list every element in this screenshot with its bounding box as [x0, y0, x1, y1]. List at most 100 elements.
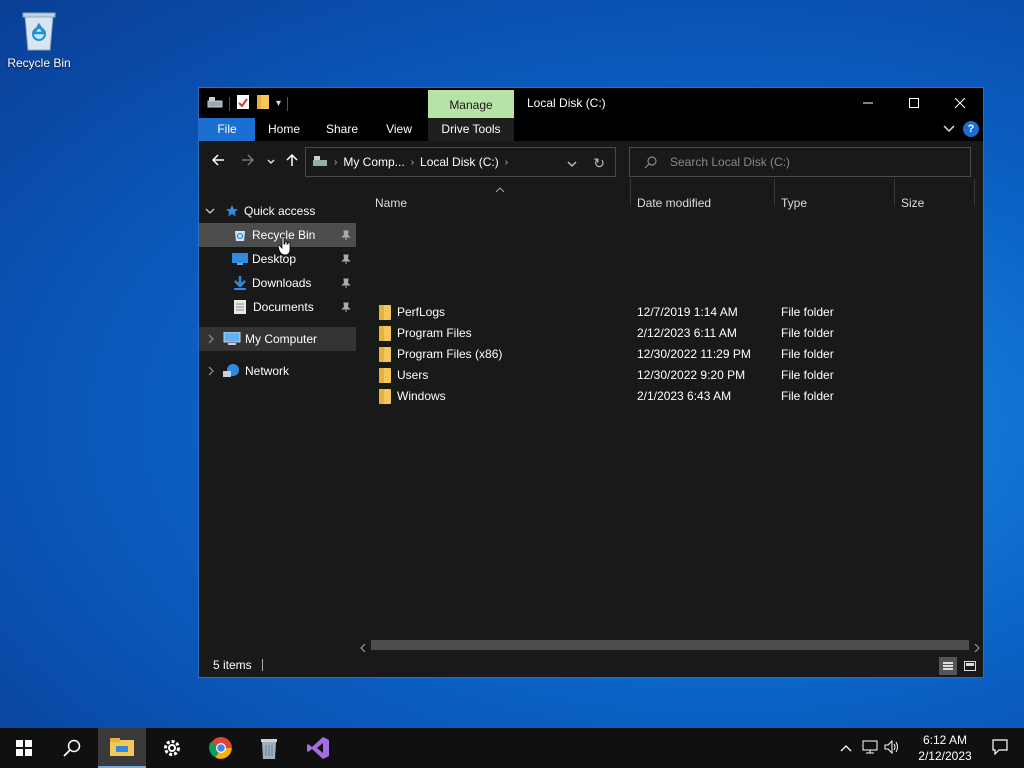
chevron-right-icon[interactable]	[207, 366, 215, 376]
new-folder-icon[interactable]	[256, 94, 270, 113]
folder-icon	[379, 326, 391, 341]
file-name: PerfLogs	[397, 305, 446, 319]
volume-icon[interactable]	[884, 739, 900, 757]
minimize-button[interactable]	[845, 88, 891, 118]
up-button[interactable]	[285, 153, 299, 170]
scrollbar-thumb[interactable]	[371, 640, 969, 650]
breadcrumb-local-disk[interactable]: Local Disk (C:)	[420, 155, 499, 169]
expand-ribbon-icon[interactable]	[943, 122, 955, 136]
show-hidden-icons-icon[interactable]	[840, 741, 852, 755]
table-row[interactable]: Users 12/30/2022 9:20 PM File folder	[357, 365, 983, 386]
file-date: 12/30/2022 9:20 PM	[637, 368, 746, 382]
file-date: 2/12/2023 6:11 AM	[637, 326, 737, 340]
chrome-icon	[209, 737, 232, 759]
refresh-icon[interactable]: ↻	[593, 155, 605, 172]
network-status-icon[interactable]	[862, 740, 878, 757]
clock-time: 6:12 AM	[922, 733, 968, 747]
start-icon	[16, 740, 32, 756]
address-dropdown-icon[interactable]	[567, 157, 577, 171]
taskbar: 6:12 AM 2/12/2023	[0, 728, 1024, 768]
customize-toolbar-icon[interactable]: ▾	[276, 98, 281, 109]
forward-button[interactable]	[241, 153, 255, 170]
nav-label: Downloads	[252, 276, 312, 290]
sort-indicator-icon	[495, 181, 505, 195]
pin-icon[interactable]	[341, 277, 351, 291]
status-bar: 5 items	[199, 653, 983, 677]
file-name: Program Files	[397, 326, 472, 340]
title-bar[interactable]: ▾ Manage Local Disk (C:)	[199, 88, 983, 118]
mouse-cursor-icon	[277, 235, 292, 259]
file-type: File folder	[781, 305, 834, 319]
nav-item-downloads[interactable]: Downloads	[199, 271, 356, 295]
tab-share[interactable]: Share	[313, 118, 371, 141]
system-tray: 6:12 AM 2/12/2023	[840, 728, 1024, 768]
properties-icon[interactable]	[236, 94, 250, 113]
file-explorer-icon	[110, 738, 134, 756]
computer-icon	[223, 332, 241, 345]
clock-date: 2/12/2023	[918, 749, 972, 763]
network-icon	[223, 364, 239, 377]
pin-icon[interactable]	[341, 301, 351, 315]
start-button[interactable]	[0, 728, 48, 768]
address-bar[interactable]: › My Comp... › Local Disk (C:) › ↻	[305, 147, 616, 177]
breadcrumb-chevron-icon[interactable]: ›	[334, 157, 337, 168]
nav-item-documents[interactable]: Documents	[199, 295, 356, 319]
recycle-bin-icon	[261, 739, 277, 759]
file-date: 2/1/2023 6:43 AM	[637, 389, 732, 403]
nav-item-my-computer[interactable]: My Computer	[199, 327, 356, 351]
table-row[interactable]: Program Files 2/12/2023 6:11 AM File fol…	[357, 323, 983, 344]
ribbon-tabs: File Home Share View Drive Tools ?	[199, 118, 983, 141]
nav-item-network[interactable]: Network	[199, 359, 356, 383]
settings-icon	[164, 740, 180, 756]
maximize-button[interactable]	[891, 88, 937, 118]
action-center-icon[interactable]	[992, 738, 1008, 758]
close-button[interactable]	[937, 88, 983, 118]
column-header-type[interactable]: Type	[781, 191, 807, 215]
file-date: 12/30/2022 11:29 PM	[637, 347, 751, 361]
pin-icon[interactable]	[341, 253, 351, 267]
column-header-size[interactable]: Size	[901, 191, 924, 215]
large-icons-view-icon[interactable]	[961, 657, 979, 675]
recycle-bin-icon	[235, 231, 245, 241]
file-name: Program Files (x86)	[397, 347, 503, 361]
search-icon	[644, 156, 657, 169]
nav-label: My Computer	[245, 332, 318, 346]
help-icon[interactable]: ?	[963, 121, 979, 137]
details-view-icon[interactable]	[939, 657, 957, 675]
taskbar-visual-studio[interactable]	[294, 728, 342, 768]
taskbar-clock[interactable]: 6:12 AM 2/12/2023	[908, 732, 982, 764]
tab-drive-tools[interactable]: Drive Tools	[428, 118, 514, 141]
recent-locations-button[interactable]	[267, 155, 275, 169]
drive-icon	[207, 95, 223, 112]
file-name: Windows	[397, 389, 446, 403]
tab-home[interactable]: Home	[255, 118, 313, 141]
file-type: File folder	[781, 347, 834, 361]
tab-file[interactable]: File	[199, 118, 255, 141]
tab-manage[interactable]: Manage	[428, 90, 514, 118]
desktop-recycle-bin[interactable]: Recycle Bin	[4, 8, 74, 70]
table-row[interactable]: Windows 2/1/2023 6:43 AM File folder	[357, 386, 983, 407]
column-header-date-modified[interactable]: Date modified	[637, 191, 711, 215]
search-box[interactable]: Search Local Disk (C:)	[629, 147, 971, 177]
breadcrumb-chevron-icon[interactable]: ›	[505, 157, 508, 168]
table-row[interactable]: Program Files (x86) 12/30/2022 11:29 PM …	[357, 344, 983, 365]
breadcrumb-chevron-icon[interactable]: ›	[411, 157, 414, 168]
chevron-right-icon[interactable]	[207, 334, 215, 344]
taskbar-settings[interactable]	[148, 728, 196, 768]
horizontal-scrollbar[interactable]	[357, 637, 983, 653]
taskbar-search-button[interactable]	[48, 728, 96, 768]
table-row[interactable]: PerfLogs 12/7/2019 1:14 AM File folder	[357, 302, 983, 323]
taskbar-recycle-bin[interactable]	[245, 728, 293, 768]
pin-icon[interactable]	[341, 229, 351, 243]
taskbar-file-explorer[interactable]	[98, 728, 146, 768]
back-button[interactable]	[211, 153, 225, 170]
downloads-icon	[234, 276, 246, 290]
nav-label: Documents	[253, 300, 314, 314]
tab-view[interactable]: View	[371, 118, 427, 141]
taskbar-chrome[interactable]	[197, 728, 245, 768]
breadcrumb-my-computer[interactable]: My Comp...	[343, 155, 404, 169]
chevron-down-icon[interactable]	[205, 207, 215, 215]
star-icon	[226, 205, 238, 217]
column-header-name[interactable]: Name	[375, 191, 407, 215]
nav-quick-access[interactable]: Quick access	[199, 199, 356, 223]
